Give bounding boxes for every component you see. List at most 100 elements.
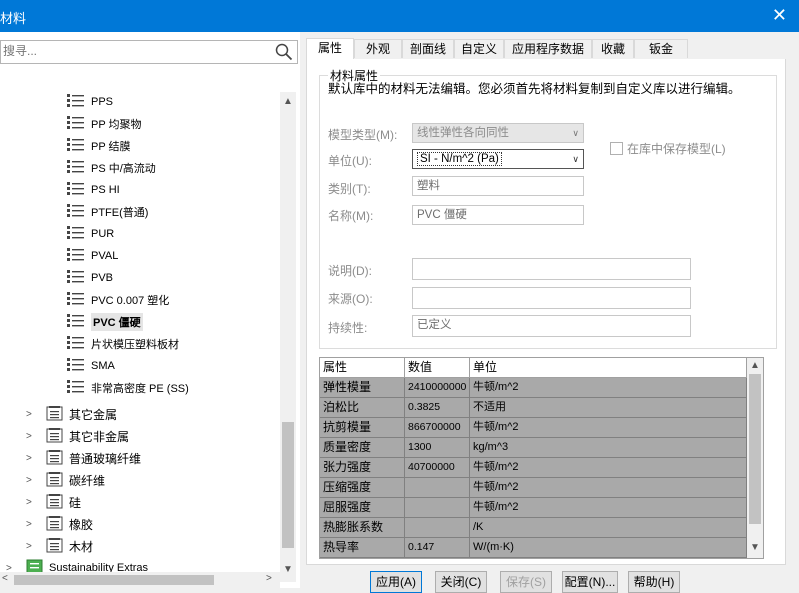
units-label: 单位(U):	[328, 154, 372, 168]
row-value: 0.147	[405, 538, 470, 558]
tree-item-material[interactable]: SMA	[66, 356, 115, 376]
tree-item-material[interactable]: PVC 僵硬	[66, 312, 143, 332]
tree-item-label: PVB	[91, 272, 114, 284]
checkbox-box[interactable]	[610, 142, 623, 155]
property-tabs: 属性 外观 剖面线 自定义 应用程序数据 收藏 钣金	[306, 38, 786, 60]
scroll-up-icon[interactable]: ▲	[750, 360, 760, 371]
material-list-icon	[66, 181, 91, 200]
search-input[interactable]	[3, 44, 263, 58]
table-row[interactable]: 弹性模量 2410000000 牛顿/m^2	[320, 378, 747, 398]
tab-properties[interactable]: 属性	[306, 38, 354, 59]
material-list-icon	[66, 291, 91, 310]
row-property: 热导率	[320, 538, 405, 558]
table-row[interactable]: 抗剪模量 866700000 牛顿/m^2	[320, 418, 747, 438]
tree-item-material[interactable]: PVAL	[66, 246, 118, 266]
chevron-right-icon[interactable]: >	[26, 453, 36, 464]
save-button[interactable]: 保存(S)	[500, 571, 552, 593]
table-vertical-scrollbar[interactable]: ▲ ▼	[747, 358, 763, 558]
tree-item-material[interactable]: PP 结膜	[66, 136, 131, 156]
chevron-right-icon[interactable]: >	[26, 409, 36, 420]
tab-sheet-metal[interactable]: 钣金	[634, 39, 688, 58]
tab-appearance[interactable]: 外观	[354, 39, 402, 58]
material-list-icon	[66, 357, 91, 376]
save-in-library-label: 在库中保存模型(L)	[627, 142, 726, 156]
scroll-down-icon[interactable]: ▼	[283, 564, 293, 575]
tree-item-category[interactable]: > 硅	[26, 492, 81, 512]
tab-hatch[interactable]: 剖面线	[402, 39, 454, 58]
row-value: 1300	[405, 438, 470, 458]
scroll-left-icon[interactable]: <	[2, 573, 8, 584]
row-property: 张力强度	[320, 458, 405, 478]
material-list-icon	[66, 137, 91, 156]
chevron-right-icon[interactable]: >	[26, 475, 36, 486]
row-value: 40700000	[405, 458, 470, 478]
tree-item-material[interactable]: PVC 0.007 塑化	[66, 290, 169, 310]
scroll-up-icon[interactable]: ▲	[283, 96, 293, 107]
tree-item-material[interactable]: 非常高密度 PE (SS)	[66, 378, 189, 398]
chevron-right-icon[interactable]: >	[26, 431, 36, 442]
tree-item-material[interactable]: PP 均聚物	[66, 114, 142, 134]
table-row[interactable]: 质量密度 1300 kg/m^3	[320, 438, 747, 458]
close-button[interactable]: 关闭(C)	[435, 571, 487, 593]
apply-button[interactable]: 应用(A)	[370, 571, 422, 593]
description-field	[412, 258, 691, 280]
tree-horizontal-scrollbar[interactable]: < >	[0, 572, 280, 588]
scroll-right-icon[interactable]: >	[266, 573, 272, 584]
folder-icon	[46, 427, 69, 446]
tree-item-material[interactable]: 片状模压塑料板材	[66, 334, 179, 354]
row-value: 0.3825	[405, 398, 470, 418]
chevron-right-icon[interactable]: >	[26, 497, 36, 508]
row-value: 2410000000	[405, 378, 470, 398]
close-icon[interactable]: ✕	[772, 5, 787, 25]
model-type-select[interactable]: 线性弹性各向同性 ∨	[412, 123, 584, 143]
tree-item-material[interactable]: PPS	[66, 92, 113, 112]
search-box	[0, 40, 298, 64]
help-button[interactable]: 帮助(H)	[628, 571, 680, 593]
window-title: 材料	[0, 11, 27, 26]
material-list-icon	[66, 335, 91, 354]
table-row[interactable]: 泊松比 0.3825 不适用	[320, 398, 747, 418]
tree-item-category[interactable]: > 橡胶	[26, 514, 93, 534]
scroll-down-icon[interactable]: ▼	[750, 542, 760, 553]
tree-item-material[interactable]: PUR	[66, 224, 114, 244]
table-row[interactable]: 热导率 0.147 W/(m·K)	[320, 538, 747, 558]
row-unit: 牛顿/m^2	[470, 458, 747, 478]
tree-item-material[interactable]: PS 中/高流动	[66, 158, 156, 178]
tab-favorites[interactable]: 收藏	[592, 39, 634, 58]
config-button[interactable]: 配置(N)...	[562, 571, 618, 593]
table-row[interactable]: 张力强度 40700000 牛顿/m^2	[320, 458, 747, 478]
tab-custom[interactable]: 自定义	[454, 39, 504, 58]
row-unit: 牛顿/m^2	[470, 498, 747, 518]
scroll-thumb[interactable]	[749, 374, 761, 524]
tree-vertical-scrollbar[interactable]: ▲ ▼	[280, 92, 296, 582]
tree-item-category[interactable]: > 木材	[26, 536, 93, 556]
scroll-thumb[interactable]	[14, 575, 214, 585]
tree-item-material[interactable]: PVB	[66, 268, 113, 288]
sustainability-field[interactable]: 已定义	[412, 315, 691, 337]
search-icon[interactable]	[275, 43, 293, 61]
material-properties-group: 材料属性 默认库中的材料无法编辑。您必须首先将材料复制到自定义库以进行编辑。 模…	[319, 67, 777, 349]
scroll-thumb[interactable]	[282, 422, 294, 548]
tab-application-data[interactable]: 应用程序数据	[504, 39, 592, 58]
readonly-notice: 默认库中的材料无法编辑。您必须首先将材料复制到自定义库以进行编辑。	[328, 82, 741, 96]
row-property: 泊松比	[320, 398, 405, 418]
save-in-library-checkbox[interactable]: 在库中保存模型(L)	[610, 140, 726, 157]
tree-item-material[interactable]: PS HI	[66, 180, 120, 200]
tree-item-category[interactable]: > 普通玻璃纤维	[26, 448, 141, 468]
tree-item-category[interactable]: > 其它金属	[26, 404, 117, 424]
chevron-right-icon[interactable]: >	[26, 519, 36, 530]
chevron-right-icon[interactable]: >	[26, 541, 36, 552]
tree-item-label: PS HI	[91, 184, 120, 196]
description-label: 说明(D):	[328, 264, 372, 278]
tree-item-category[interactable]: > 碳纤维	[26, 470, 105, 490]
tree-item-category[interactable]: > 其它非金属	[26, 426, 129, 446]
table-row[interactable]: 压缩强度 牛顿/m^2	[320, 478, 747, 498]
tree-item-material[interactable]: PTFE(普通)	[66, 202, 148, 222]
tree-item-label: 其它金属	[69, 407, 118, 422]
category-label: 类别(T):	[328, 182, 371, 196]
folder-icon	[46, 471, 69, 490]
header-unit: 单位	[470, 358, 747, 378]
table-row[interactable]: 屈服强度 牛顿/m^2	[320, 498, 747, 518]
units-select[interactable]: SI - N/m^2 (Pa) ∨	[412, 149, 584, 169]
table-row[interactable]: 热膨胀系数/K	[320, 518, 747, 538]
